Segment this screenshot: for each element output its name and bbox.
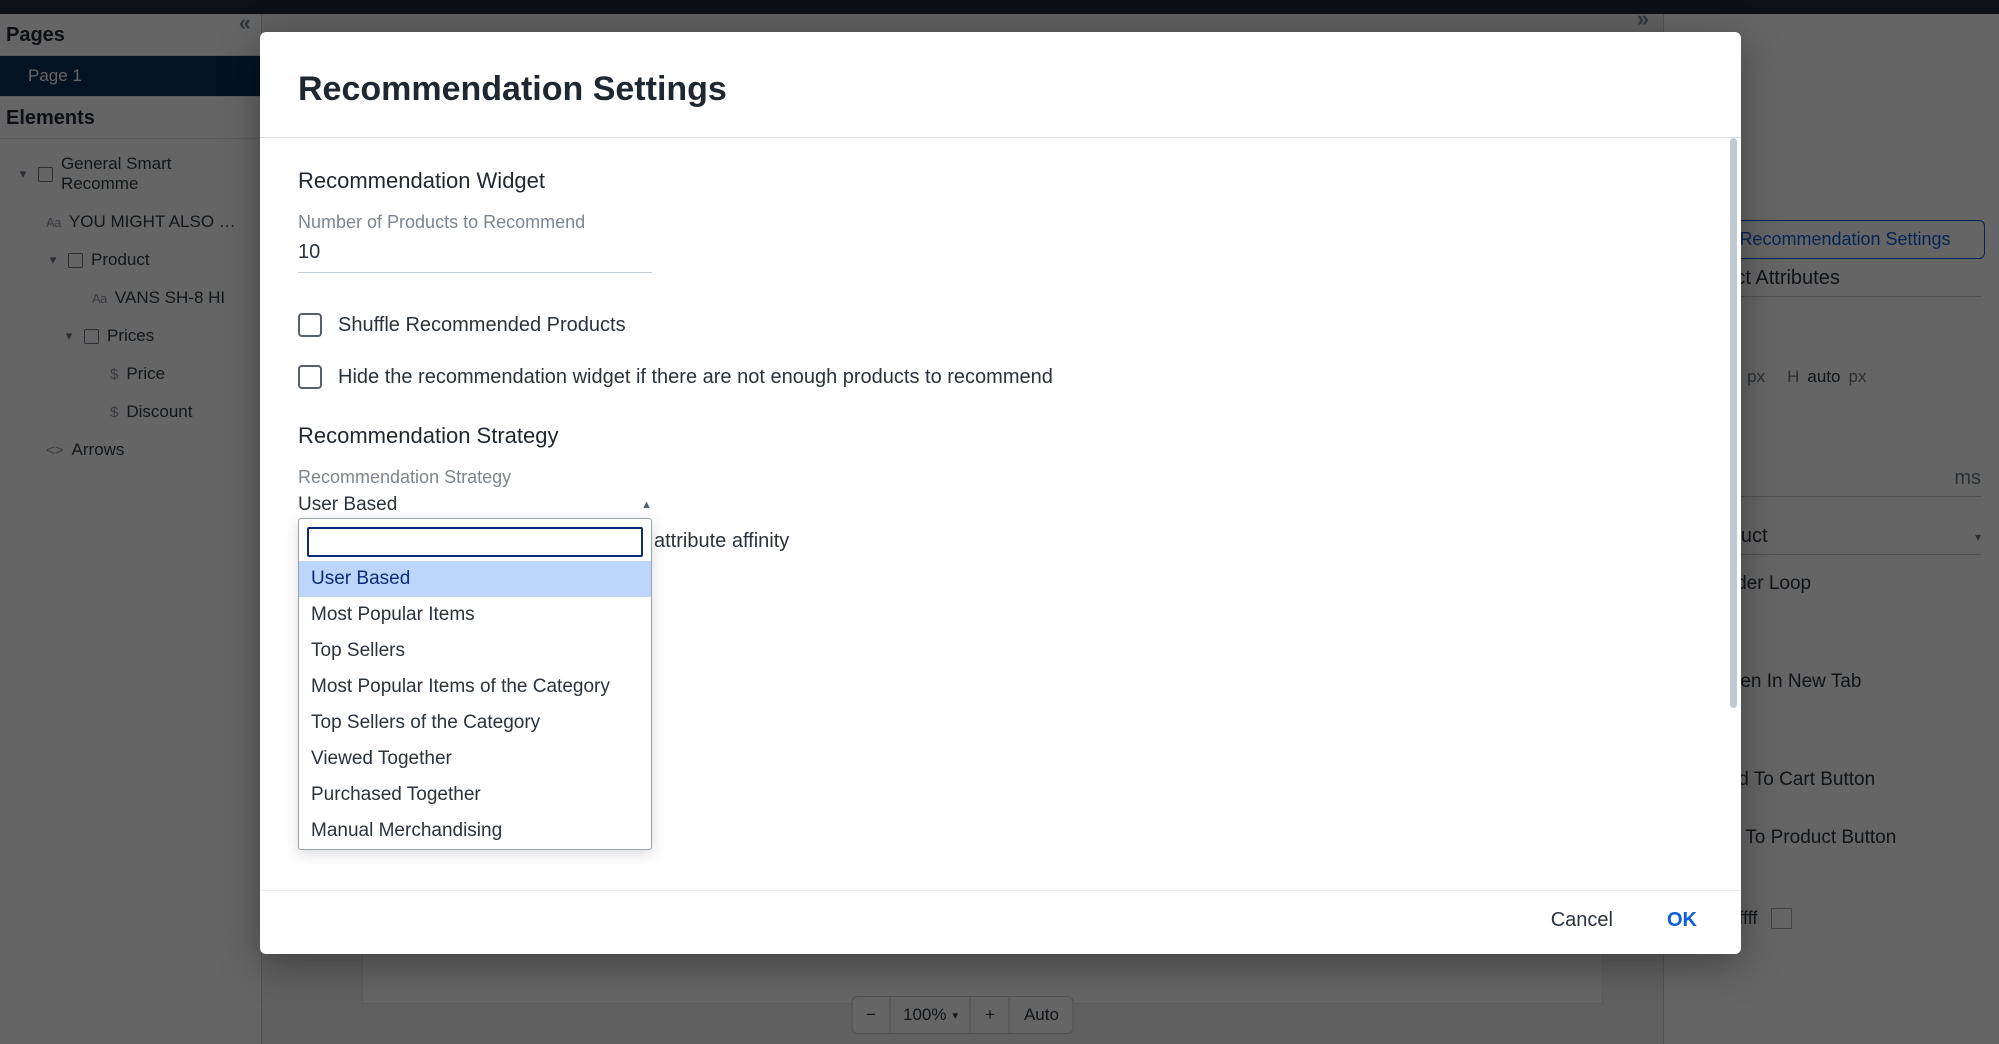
strategy-option[interactable]: Most Popular Items of the Category: [299, 669, 651, 705]
strategy-dropdown: User BasedMost Popular ItemsTop SellersM…: [298, 518, 652, 850]
strategy-option[interactable]: Top Sellers of the Category: [299, 705, 651, 741]
num-products-label: Number of Products to Recommend: [298, 212, 1703, 233]
modal-header: Recommendation Settings: [260, 32, 1741, 138]
affinity-fragment-text: attribute affinity: [654, 530, 789, 553]
strategy-search-input[interactable]: [307, 527, 643, 557]
strategy-combobox[interactable]: User Based ▲ attribute affinity User Bas…: [298, 494, 652, 521]
strategy-option[interactable]: Viewed Together: [299, 741, 651, 777]
recommendation-settings-dialog: Recommendation Settings Recommendation W…: [260, 32, 1741, 954]
num-products-input[interactable]: [298, 239, 652, 273]
shuffle-label: Shuffle Recommended Products: [338, 314, 626, 337]
checkbox-icon: [298, 365, 322, 389]
widget-section-title: Recommendation Widget: [298, 168, 1703, 194]
modal-footer: Cancel OK: [260, 890, 1741, 954]
hide-widget-label: Hide the recommendation widget if there …: [338, 366, 1053, 389]
strategy-section-title: Recommendation Strategy: [298, 423, 1703, 449]
strategy-option[interactable]: Top Sellers: [299, 633, 651, 669]
strategy-option[interactable]: Purchased Together: [299, 777, 651, 813]
modal-body: Recommendation Widget Number of Products…: [260, 138, 1741, 890]
modal-title: Recommendation Settings: [298, 70, 1703, 109]
strategy-value-text: User Based: [298, 494, 397, 516]
strategy-label: Recommendation Strategy: [298, 467, 1703, 488]
strategy-current-value[interactable]: User Based ▲: [298, 494, 652, 521]
ok-button[interactable]: OK: [1667, 909, 1697, 932]
cancel-button[interactable]: Cancel: [1551, 909, 1613, 932]
caret-up-icon: ▲: [641, 499, 652, 511]
strategy-option[interactable]: Manual Merchandising: [299, 813, 651, 849]
strategy-option[interactable]: User Based: [299, 561, 651, 597]
shuffle-checkbox-row[interactable]: Shuffle Recommended Products: [298, 313, 1703, 337]
strategy-option[interactable]: Most Popular Items: [299, 597, 651, 633]
hide-widget-checkbox-row[interactable]: Hide the recommendation widget if there …: [298, 365, 1703, 389]
checkbox-icon: [298, 313, 322, 337]
